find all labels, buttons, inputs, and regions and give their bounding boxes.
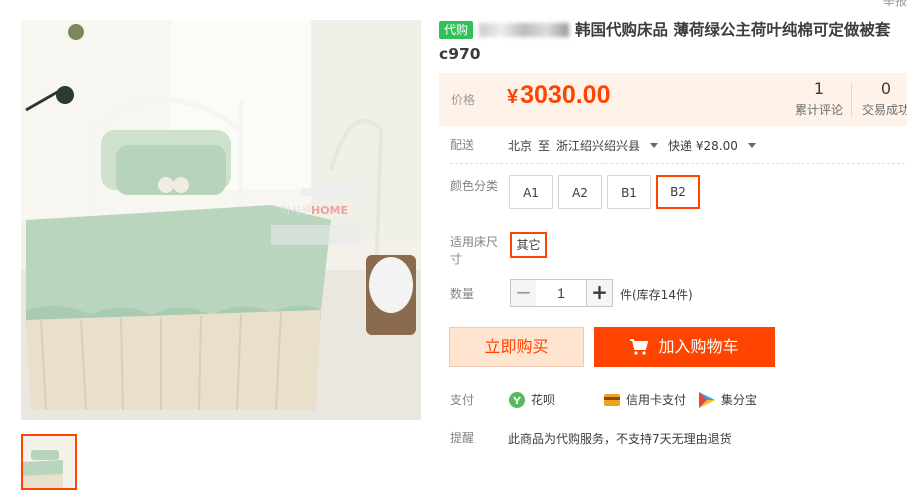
quantity-decrease-button[interactable]: − xyxy=(510,279,537,307)
deals-label: 交易成功 xyxy=(861,103,907,117)
delivery-row: 北京至浙江绍兴绍兴县 快递 ¥28.00 xyxy=(508,137,766,154)
size-label: 适用床尺寸 xyxy=(450,235,499,266)
notice-text: 此商品为代购服务，不支持7天无理由退货 xyxy=(508,432,732,446)
quantity-label: 数量 xyxy=(450,287,475,301)
product-thumbnail[interactable] xyxy=(21,434,77,490)
divider xyxy=(450,163,905,164)
price-box: 价格 ¥3030.00 1 累计评论 0 交易成功 xyxy=(439,73,907,126)
jifenbao-icon xyxy=(699,392,715,408)
shipping-fee[interactable]: 快递 ¥28.00 xyxy=(668,139,738,153)
price-label: 价格 xyxy=(451,93,476,107)
size-option-other[interactable]: 其它 xyxy=(510,232,547,258)
color-option-a1[interactable]: A1 xyxy=(509,175,553,209)
quantity-increase-button[interactable]: + xyxy=(586,279,613,307)
color-option-b2[interactable]: B2 xyxy=(656,175,700,209)
deals-count: 0 xyxy=(880,79,892,98)
payment-huabei: 花呗 xyxy=(509,392,555,408)
delivery-from: 北京 xyxy=(508,139,533,153)
stat-divider xyxy=(851,83,852,117)
report-link[interactable]: 举报 xyxy=(883,0,907,9)
notice-label: 提醒 xyxy=(450,431,475,445)
product-title: 代购 韩国代购床品 薄荷绿公主荷叶纯棉可定做被套c970 xyxy=(439,18,907,66)
product-main-image: 아사원 HOME xyxy=(21,20,421,420)
add-to-cart-button[interactable]: 加入购物车 xyxy=(594,327,775,367)
color-option-a2[interactable]: A2 xyxy=(558,175,602,209)
color-option-b1[interactable]: B1 xyxy=(607,175,651,209)
delivery-to-word: 至 xyxy=(538,139,551,153)
payment-credit-card: 信用卡支付 xyxy=(604,392,686,408)
chevron-down-icon[interactable] xyxy=(747,143,756,148)
huabei-icon xyxy=(509,392,525,408)
daigou-tag: 代购 xyxy=(439,21,474,39)
chevron-down-icon[interactable] xyxy=(650,143,659,148)
reviews-label: 累计评论 xyxy=(794,103,843,117)
color-label: 颜色分类 xyxy=(450,179,499,193)
add-to-cart-label: 加入购物车 xyxy=(658,337,739,356)
redacted-shop-name xyxy=(479,23,570,37)
price-value: ¥3030.00 xyxy=(507,81,611,109)
quantity-input[interactable] xyxy=(536,279,586,307)
stock-info: 件(库存14件) xyxy=(620,288,693,302)
cart-icon xyxy=(630,339,649,355)
buy-now-button[interactable]: 立即购买 xyxy=(449,327,584,367)
reviews-stat[interactable]: 1 累计评论 xyxy=(791,79,847,118)
svg-text:아사원: 아사원 xyxy=(281,204,311,217)
delivery-label: 配送 xyxy=(450,138,475,152)
payment-label: 支付 xyxy=(450,393,475,407)
reviews-count: 1 xyxy=(813,79,825,98)
deals-stat: 0 交易成功 xyxy=(858,79,907,118)
delivery-destination[interactable]: 浙江绍兴绍兴县 xyxy=(556,139,640,153)
payment-jifenbao: 集分宝 xyxy=(699,392,757,408)
credit-card-icon xyxy=(604,394,620,406)
image-watermark: HOME xyxy=(311,204,348,217)
